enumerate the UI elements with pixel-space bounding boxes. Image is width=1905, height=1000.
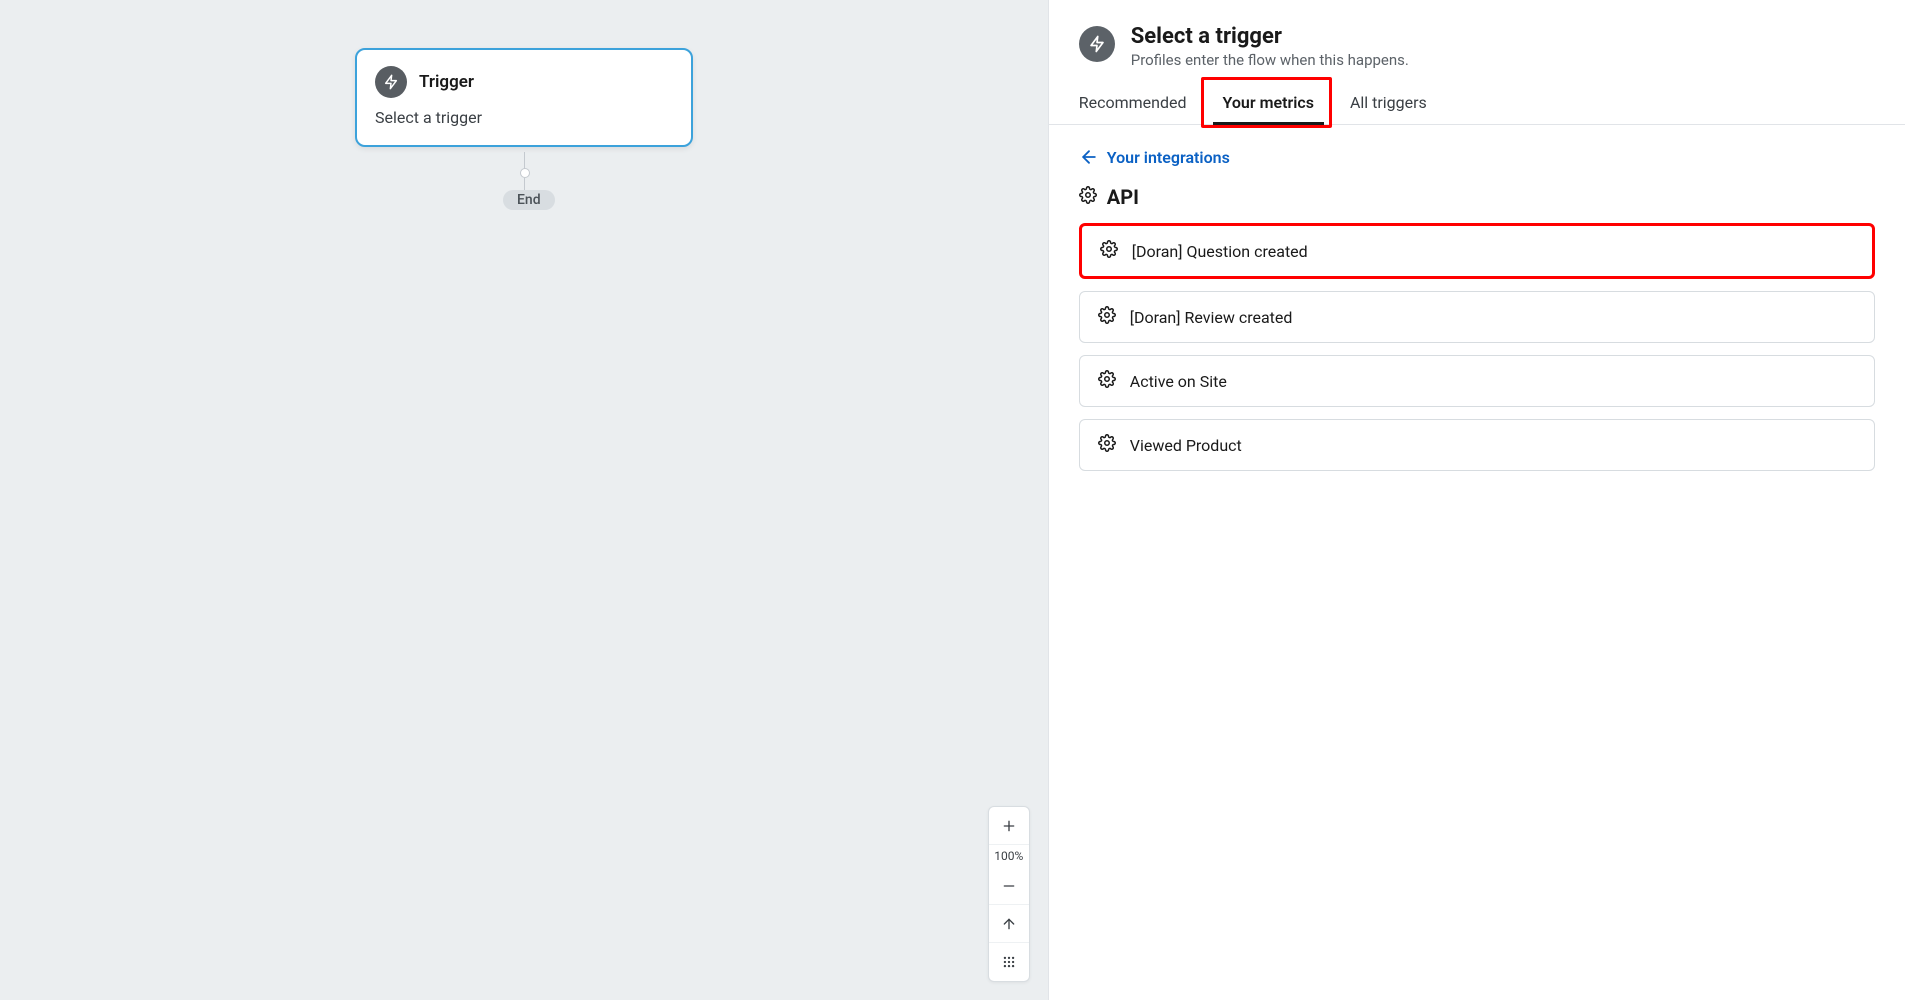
end-pill: End bbox=[503, 190, 555, 210]
gear-icon bbox=[1098, 434, 1116, 456]
sidebar-tabs: Recommended Your metrics All triggers bbox=[1049, 83, 1905, 125]
metric-item-label: Active on Site bbox=[1130, 372, 1227, 391]
tab-all-triggers[interactable]: All triggers bbox=[1350, 83, 1427, 124]
plus-icon bbox=[1001, 818, 1017, 834]
metric-list: [Doran] Question created [Doran] Review c… bbox=[1049, 223, 1905, 471]
arrow-up-icon bbox=[1001, 916, 1017, 932]
metric-item[interactable]: Active on Site bbox=[1079, 355, 1875, 407]
lightning-icon bbox=[375, 66, 407, 98]
trigger-sidebar: Select a trigger Profiles enter the flow… bbox=[1048, 0, 1905, 1000]
metric-item-label: [Doran] Review created bbox=[1130, 308, 1293, 327]
trigger-card-subtext: Select a trigger bbox=[375, 108, 673, 127]
arrow-left-icon bbox=[1079, 147, 1099, 167]
zoom-in-button[interactable] bbox=[989, 807, 1029, 845]
gear-icon bbox=[1079, 185, 1097, 209]
metric-item[interactable]: Viewed Product bbox=[1079, 419, 1875, 471]
sidebar-title: Select a trigger bbox=[1131, 24, 1409, 49]
section-heading-api: API bbox=[1049, 177, 1905, 223]
metric-item-label: Viewed Product bbox=[1130, 436, 1242, 455]
zoom-reset-button[interactable] bbox=[989, 905, 1029, 943]
zoom-out-button[interactable] bbox=[989, 867, 1029, 905]
zoom-controls: 100% bbox=[988, 806, 1030, 982]
gear-icon bbox=[1100, 240, 1118, 262]
back-link-label: Your integrations bbox=[1107, 148, 1230, 167]
tab-recommended[interactable]: Recommended bbox=[1079, 83, 1187, 124]
zoom-fit-button[interactable] bbox=[989, 943, 1029, 981]
tab-label: Your metrics bbox=[1223, 93, 1314, 112]
back-to-integrations-link[interactable]: Your integrations bbox=[1049, 125, 1905, 177]
section-heading-label: API bbox=[1107, 185, 1139, 209]
grid-icon bbox=[1002, 955, 1016, 969]
zoom-level-label: 100% bbox=[989, 845, 1029, 867]
connector-add-dot[interactable] bbox=[520, 168, 530, 178]
minus-icon bbox=[1001, 878, 1017, 894]
gear-icon bbox=[1098, 370, 1116, 392]
trigger-card-title: Trigger bbox=[419, 72, 474, 92]
metric-item[interactable]: [Doran] Review created bbox=[1079, 291, 1875, 343]
metric-item[interactable]: [Doran] Question created bbox=[1079, 223, 1875, 279]
trigger-card[interactable]: Trigger Select a trigger bbox=[355, 48, 693, 147]
sidebar-subtitle: Profiles enter the flow when this happen… bbox=[1131, 51, 1409, 69]
flow-canvas[interactable]: Trigger Select a trigger End 100% bbox=[0, 0, 1048, 1000]
lightning-icon bbox=[1079, 26, 1115, 62]
tab-your-metrics[interactable]: Your metrics bbox=[1223, 83, 1314, 124]
gear-icon bbox=[1098, 306, 1116, 328]
metric-item-label: [Doran] Question created bbox=[1132, 242, 1308, 261]
